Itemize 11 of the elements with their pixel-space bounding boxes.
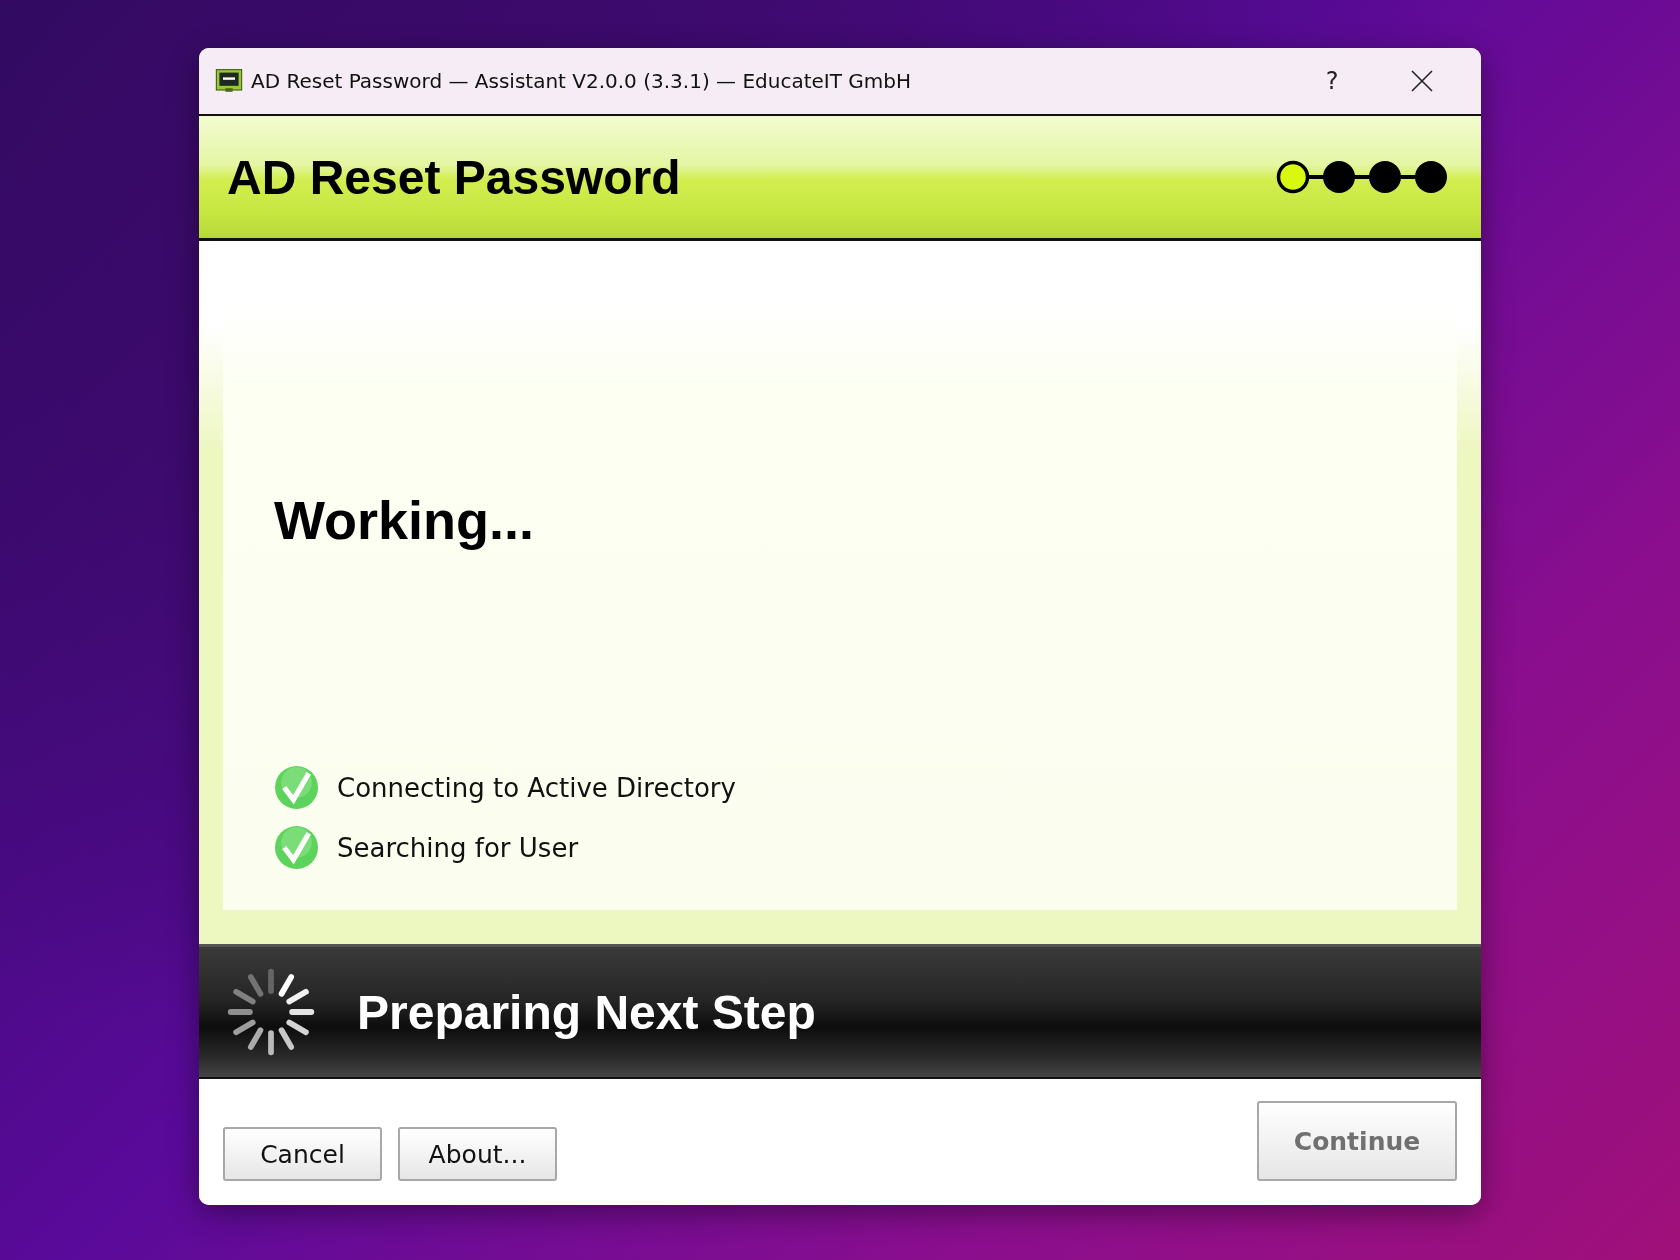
- header-title: AD Reset Password: [227, 149, 682, 205]
- task-label: Searching for User: [337, 832, 579, 863]
- about-button[interactable]: About...: [398, 1127, 557, 1181]
- close-icon: [1411, 70, 1433, 92]
- cancel-button[interactable]: Cancel: [223, 1127, 382, 1181]
- window-title: AD Reset Password — Assistant V2.0.0 (3.3.1) — EducateIT GmbH: [251, 69, 911, 93]
- app-icon: [215, 69, 243, 93]
- help-button[interactable]: ?: [1287, 53, 1377, 109]
- status-text: Preparing Next Step: [357, 984, 816, 1040]
- task-label: Connecting to Active Directory: [337, 772, 736, 803]
- status-heading: Working...: [274, 489, 535, 551]
